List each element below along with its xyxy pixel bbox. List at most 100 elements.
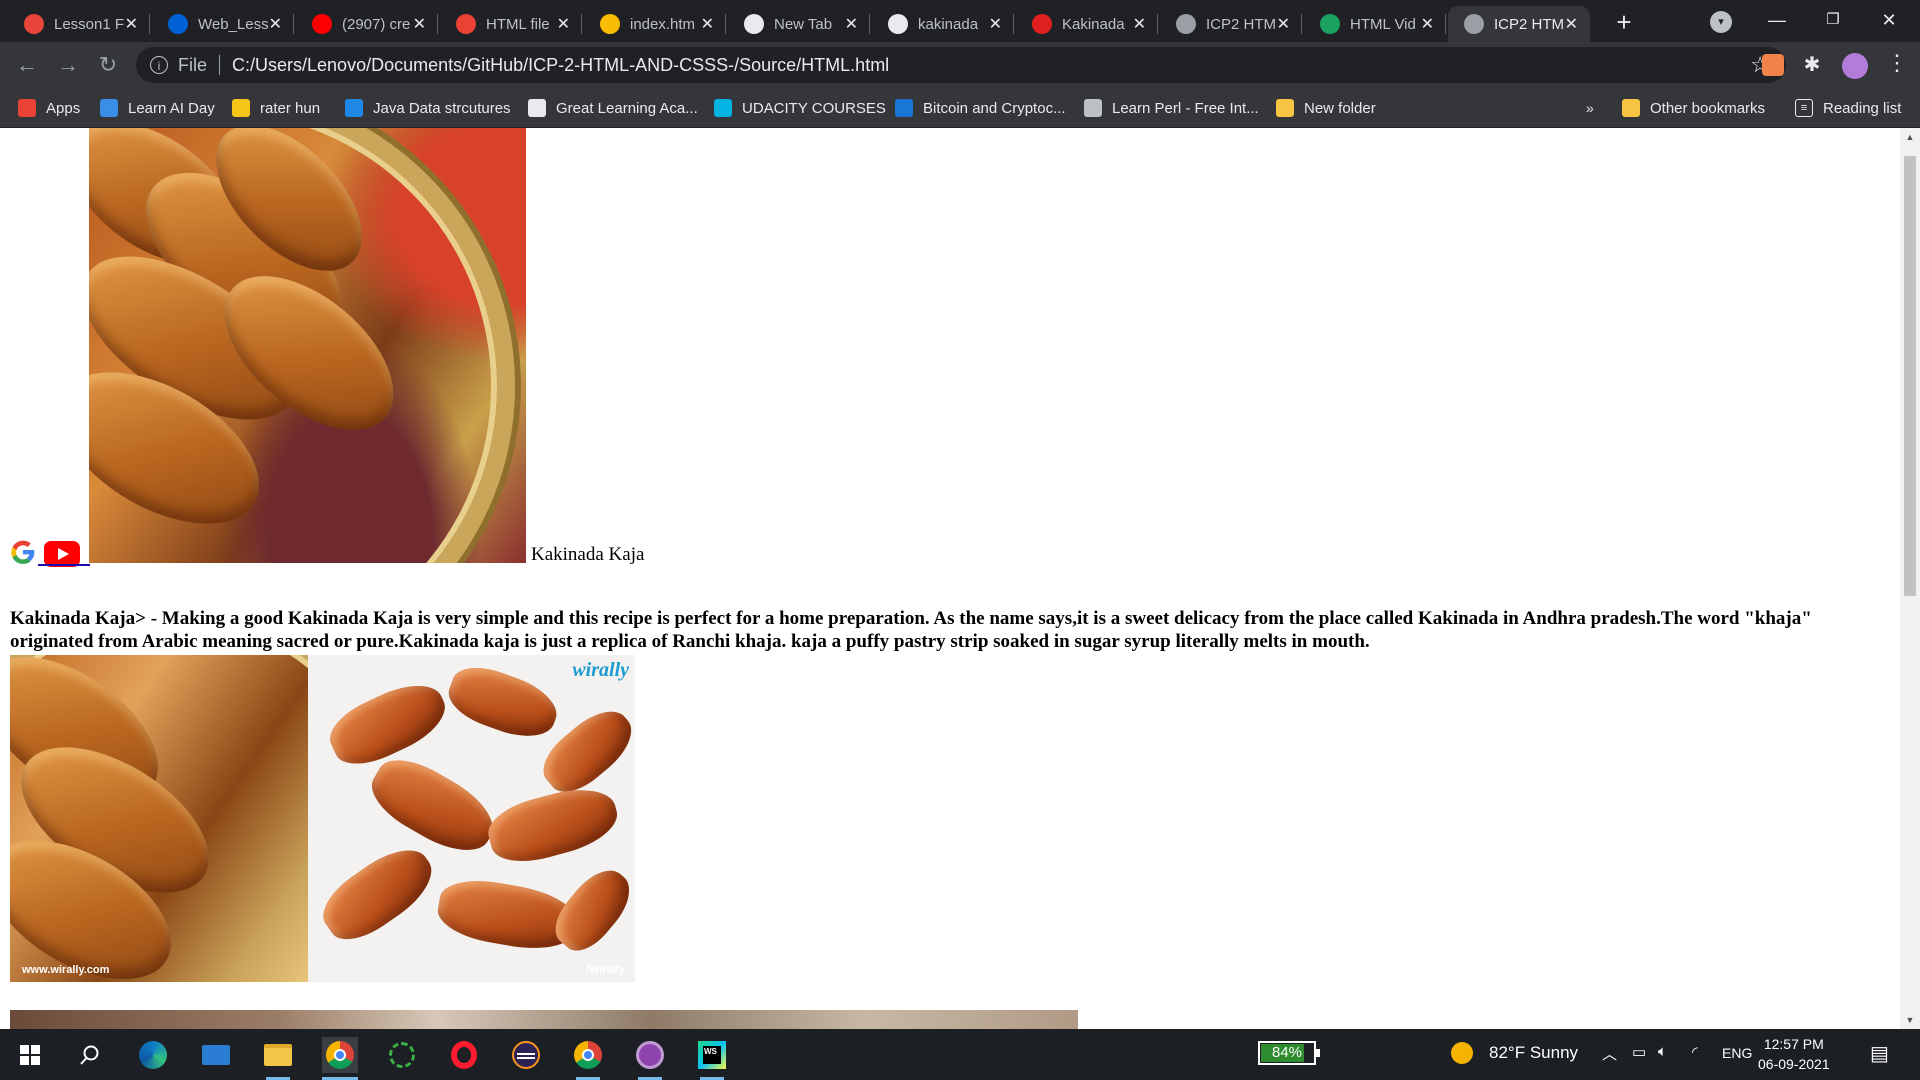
back-icon[interactable]: ←	[13, 51, 41, 79]
scroll-down-arrow-icon[interactable]: ▼	[1900, 1011, 1920, 1029]
extensions-puzzle-icon[interactable]: ✱	[1801, 54, 1823, 76]
bookmark-label: New folder	[1304, 99, 1376, 117]
tab-close-icon[interactable]: ✕	[989, 14, 1002, 34]
reload-icon[interactable]: ↻	[94, 51, 122, 79]
bookmark-item[interactable]: New folder	[1276, 97, 1376, 119]
tab-strip: Lesson1 F ✕ Web_Less ✕ (2907) cre ✕ HTML file ✕…	[0, 0, 1920, 42]
browser-tab[interactable]: HTML Vid ✕	[1304, 6, 1446, 42]
browser-tab[interactable]: Kakinada ✕	[1016, 6, 1158, 42]
eclipse-icon[interactable]	[508, 1037, 544, 1073]
weather-text[interactable]: 82°F Sunny	[1489, 1043, 1578, 1063]
bookmark-label: Apps	[46, 99, 81, 117]
tab-close-icon[interactable]: ✕	[1421, 14, 1434, 34]
browser-tab[interactable]: (2907) cre ✕	[296, 6, 438, 42]
browser-tab[interactable]: Lesson1 F ✕	[8, 6, 150, 42]
bookmark-item[interactable]: Java Data strcutures	[345, 97, 511, 119]
address-url[interactable]: C:/Users/Lenovo/Documents/GitHub/ICP-2-H…	[232, 55, 889, 76]
rater-icon	[232, 99, 250, 117]
address-bar[interactable]: i File C:/Users/Lenovo/Documents/GitHub/…	[136, 47, 1786, 83]
extension-icon[interactable]	[1762, 54, 1784, 76]
browser-tab[interactable]: index.htm ✕	[584, 6, 726, 42]
tab-title: New Tab	[774, 15, 833, 33]
profile-avatar[interactable]	[1842, 53, 1868, 79]
file-explorer-icon[interactable]	[260, 1037, 296, 1080]
chrome-alt-icon[interactable]	[570, 1037, 606, 1080]
tab-close-icon[interactable]: ✕	[1277, 14, 1290, 34]
page-scrollbar[interactable]: ▲ ▼	[1900, 128, 1920, 1029]
github-desktop-icon[interactable]	[632, 1037, 668, 1080]
bookmark-item[interactable]: UDACITY COURSES	[714, 97, 886, 119]
site-info-icon[interactable]: i	[150, 56, 168, 74]
menu-kebab-icon[interactable]: ⋮	[1886, 50, 1908, 76]
collage-left-photo: www.wirally.com	[10, 655, 308, 982]
collage-right-photo: wirally /Wirally	[308, 655, 635, 982]
bookmark-item[interactable]: Learn AI Day	[100, 97, 215, 119]
reading-list-icon: ≡	[1795, 99, 1813, 117]
tab-close-icon[interactable]: ✕	[269, 14, 282, 34]
volume-icon[interactable]: 🔈︎	[1658, 1043, 1667, 1060]
new-tab-button[interactable]: +	[1610, 8, 1638, 36]
bookmark-item[interactable]: Bitcoin and Cryptoc...	[895, 97, 1066, 119]
bookmarks-overflow-button[interactable]: »	[1586, 97, 1594, 119]
chrome-taskbar-icon[interactable]	[322, 1037, 358, 1080]
reading-list-label: Reading list	[1823, 99, 1902, 117]
battery-indicator[interactable]: 84%	[1258, 1041, 1320, 1065]
bookmark-item[interactable]: Apps	[18, 97, 80, 119]
system-clock[interactable]: 12:57 PM 06-09-2021	[1758, 1034, 1830, 1074]
s-icon	[345, 99, 363, 117]
mail-icon[interactable]	[198, 1037, 234, 1073]
tab-close-icon[interactable]: ✕	[557, 14, 570, 34]
browser-tab[interactable]: Web_Less ✕	[152, 6, 294, 42]
search-icon[interactable]	[72, 1037, 108, 1073]
tab-close-icon[interactable]: ✕	[1133, 14, 1146, 34]
battery-percent: 84%	[1271, 1044, 1303, 1061]
browser-tab[interactable]: ICP2 HTM ✕	[1448, 6, 1590, 42]
tab-title: HTML file	[486, 15, 550, 33]
kaja-collage-image[interactable]: www.wirally.com wirally /Wirally	[10, 655, 635, 982]
language-indicator[interactable]: ENG	[1722, 1045, 1752, 1061]
tray-chevron-icon[interactable]: ︿	[1602, 1043, 1617, 1064]
sweet-piece	[312, 835, 444, 953]
perl-icon	[1084, 99, 1102, 117]
edge-icon[interactable]	[135, 1037, 171, 1073]
restore-button[interactable]: ❐	[1806, 0, 1860, 40]
bookmark-item[interactable]: rater hun	[232, 97, 320, 119]
tab-close-icon[interactable]: ✕	[1565, 14, 1578, 34]
weather-sun-icon[interactable]	[1451, 1042, 1473, 1064]
minimize-button[interactable]: —	[1750, 0, 1804, 40]
tab-title: Kakinada	[1062, 15, 1125, 33]
reading-list[interactable]: ≡ Reading list	[1795, 97, 1901, 119]
browser-tab[interactable]: HTML file ✕	[440, 6, 582, 42]
scrollbar-thumb[interactable]	[1904, 156, 1916, 596]
start-windows-icon[interactable]	[12, 1037, 48, 1073]
bookmark-item[interactable]: Learn Perl - Free Int...	[1084, 97, 1259, 119]
other-bookmarks[interactable]: Other bookmarks	[1622, 97, 1765, 119]
tab-close-icon[interactable]: ✕	[701, 14, 714, 34]
wifi-icon[interactable]: ◜	[1692, 1043, 1698, 1061]
bookmark-item[interactable]: Great Learning Aca...	[528, 97, 698, 119]
webstorm-icon[interactable]: WS	[694, 1037, 730, 1080]
notifications-icon[interactable]: ▤	[1870, 1041, 1889, 1066]
battery-tray-icon[interactable]: ▭	[1632, 1043, 1646, 1061]
browser-tab[interactable]: ICP2 HTM ✕	[1160, 6, 1302, 42]
tab-title: kakinada	[918, 15, 979, 33]
tab-close-icon[interactable]: ✕	[413, 14, 426, 34]
opera-icon[interactable]	[446, 1037, 482, 1073]
tab-title: (2907) cre	[342, 15, 411, 33]
tab-close-icon[interactable]: ✕	[125, 14, 138, 34]
tab-title: ICP2 HTM	[1206, 15, 1277, 33]
browser-tab[interactable]: New Tab ✕	[728, 6, 870, 42]
w-icon	[1320, 14, 1340, 34]
tab-separator	[293, 14, 294, 34]
third-image-partial[interactable]	[10, 1010, 1078, 1029]
forward-icon[interactable]: →	[54, 51, 82, 79]
tab-search-icon[interactable]: ▾	[1710, 11, 1732, 33]
google-logo-icon[interactable]	[10, 539, 36, 565]
close-window-button[interactable]: ✕	[1862, 0, 1916, 40]
browser-tab[interactable]: kakinada ✕	[872, 6, 1014, 42]
green-circle-app-icon[interactable]	[384, 1037, 420, 1073]
scroll-up-arrow-icon[interactable]: ▲	[1900, 128, 1920, 146]
tab-close-icon[interactable]: ✕	[845, 14, 858, 34]
kakinada-kaja-image[interactable]	[89, 128, 526, 563]
tab-title: Lesson1 F	[54, 15, 125, 33]
